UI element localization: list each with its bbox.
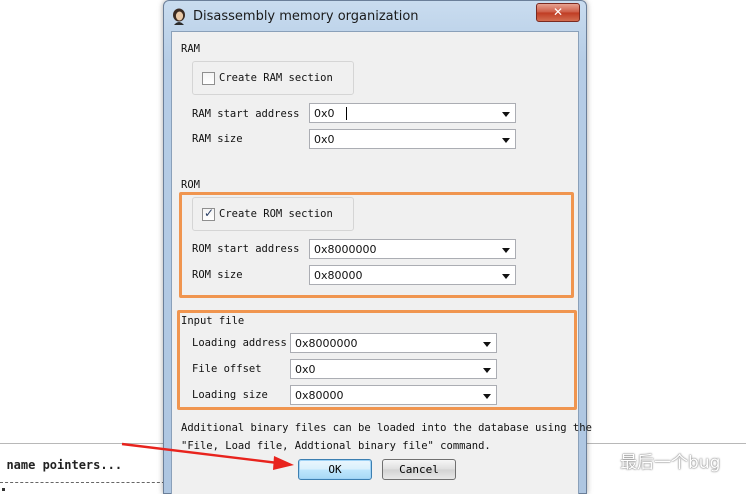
rom-highlight-box	[179, 192, 574, 298]
chevron-down-icon[interactable]	[502, 138, 510, 143]
background-marker	[2, 488, 5, 491]
chevron-down-icon[interactable]	[502, 112, 510, 117]
info-text-line1: Additional binary files can be loaded in…	[181, 422, 592, 434]
ram-size-label: RAM size	[192, 133, 243, 145]
ram-start-value: 0x0	[314, 107, 335, 120]
watermark-text: 最后一个bug	[620, 453, 721, 473]
ram-start-label: RAM start address	[192, 108, 300, 120]
cancel-button[interactable]: Cancel	[382, 459, 456, 480]
rom-section-label: ROM	[181, 179, 200, 191]
window-title: Disassembly memory organization	[193, 9, 419, 24]
watermark: 最后一个bug	[588, 448, 720, 473]
ram-size-value: 0x0	[314, 133, 335, 146]
background-dashed-divider	[0, 482, 170, 483]
create-ram-label: Create RAM section	[219, 72, 333, 84]
wechat-icon	[588, 449, 616, 473]
ram-size-combo[interactable]: 0x0	[309, 129, 516, 149]
ok-button[interactable]: OK	[298, 459, 372, 480]
close-button[interactable]: ✕	[536, 3, 580, 22]
title-bar[interactable]: Disassembly memory organization ✕	[164, 1, 586, 31]
dialog-body: RAM Create RAM section RAM start address…	[171, 31, 592, 494]
ram-section-label: RAM	[181, 43, 200, 55]
app-icon	[171, 8, 187, 26]
text-cursor	[346, 107, 347, 120]
ram-start-combo[interactable]: 0x0	[309, 103, 516, 123]
annotation-arrow-icon	[121, 442, 294, 470]
input-file-highlight-box	[177, 310, 577, 410]
dialog-window: Disassembly memory organization ✕ RAM Cr…	[163, 0, 592, 494]
create-ram-checkbox[interactable]	[202, 72, 215, 85]
ram-create-group: Create RAM section	[192, 61, 354, 95]
background-code-line: r name pointers...	[0, 458, 123, 472]
